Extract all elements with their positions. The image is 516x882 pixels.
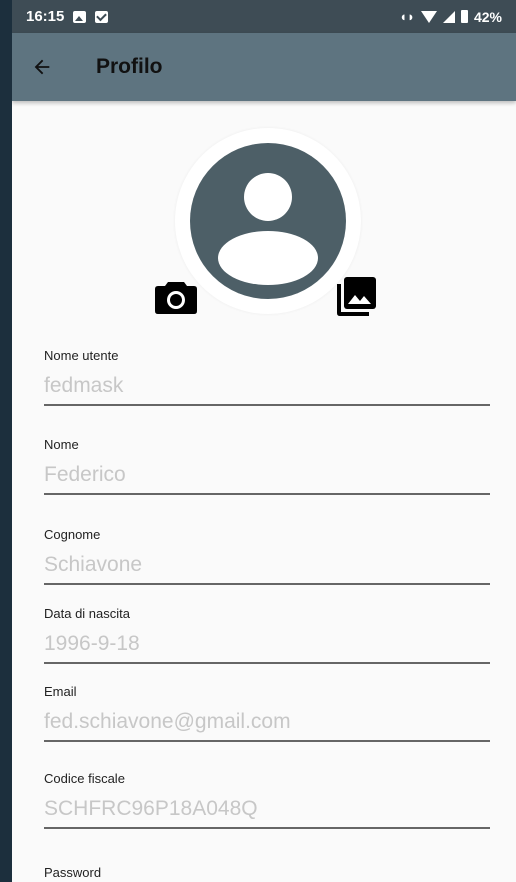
last-name-field[interactable]: Cognome Schiavone (44, 527, 490, 585)
username-label: Nome utente (44, 348, 119, 363)
app-bar: Profilo (12, 33, 516, 101)
photo-library-icon[interactable] (335, 276, 377, 318)
password-label: Password (44, 865, 102, 880)
birthdate-value[interactable]: 1996-9-18 (44, 632, 490, 660)
back-button[interactable] (12, 33, 72, 101)
username-underline (44, 404, 490, 406)
email-field[interactable]: Email fed.schiavone@gmail.com (44, 684, 490, 742)
tax-code-field[interactable]: Codice fiscale SCHFRC96P18A048Q (44, 771, 490, 829)
last-name-underline (44, 583, 490, 585)
vibrate-icon: ◖◗ (399, 9, 415, 24)
last-name-label: Cognome (44, 527, 101, 542)
tax-code-label: Codice fiscale (44, 771, 125, 786)
camera-icon[interactable] (154, 278, 198, 314)
first-name-field[interactable]: Nome Federico (44, 437, 490, 495)
tax-code-value[interactable]: SCHFRC96P18A048Q (44, 797, 490, 825)
email-label: Email (44, 684, 77, 699)
email-value[interactable]: fed.schiavone@gmail.com (44, 710, 490, 738)
phone-screen: 16:15 ◖◗ 42% Profilo Nome utente fedmask… (12, 0, 516, 882)
birthdate-field[interactable]: Data di nascita 1996-9-18 (44, 606, 490, 664)
avatar-head (244, 173, 292, 221)
birthdate-underline (44, 662, 490, 664)
avatar-body (218, 231, 318, 285)
account-circle-icon (190, 143, 346, 299)
email-underline (44, 740, 490, 742)
status-right: ◖◗ 42% (399, 9, 502, 25)
username-field[interactable]: Nome utente fedmask (44, 348, 490, 406)
image-notification-icon (73, 10, 87, 23)
tax-code-underline (44, 827, 490, 829)
birthdate-label: Data di nascita (44, 606, 130, 621)
page-title: Profilo (96, 55, 163, 78)
profile-avatar[interactable] (175, 128, 361, 314)
battery-icon (460, 10, 468, 23)
wifi-icon (420, 10, 437, 23)
battery-percent: 42% (473, 8, 502, 25)
first-name-value[interactable]: Federico (44, 463, 490, 491)
status-time: 16:15 (26, 8, 65, 25)
first-name-underline (44, 493, 490, 495)
mail-notification-icon (95, 10, 109, 23)
status-bar: 16:15 ◖◗ 42% (12, 0, 516, 33)
username-value[interactable]: fedmask (44, 374, 490, 402)
last-name-value[interactable]: Schiavone (44, 553, 490, 581)
signal-icon (442, 10, 455, 23)
first-name-label: Nome (44, 437, 79, 452)
back-arrow-icon (34, 59, 50, 75)
